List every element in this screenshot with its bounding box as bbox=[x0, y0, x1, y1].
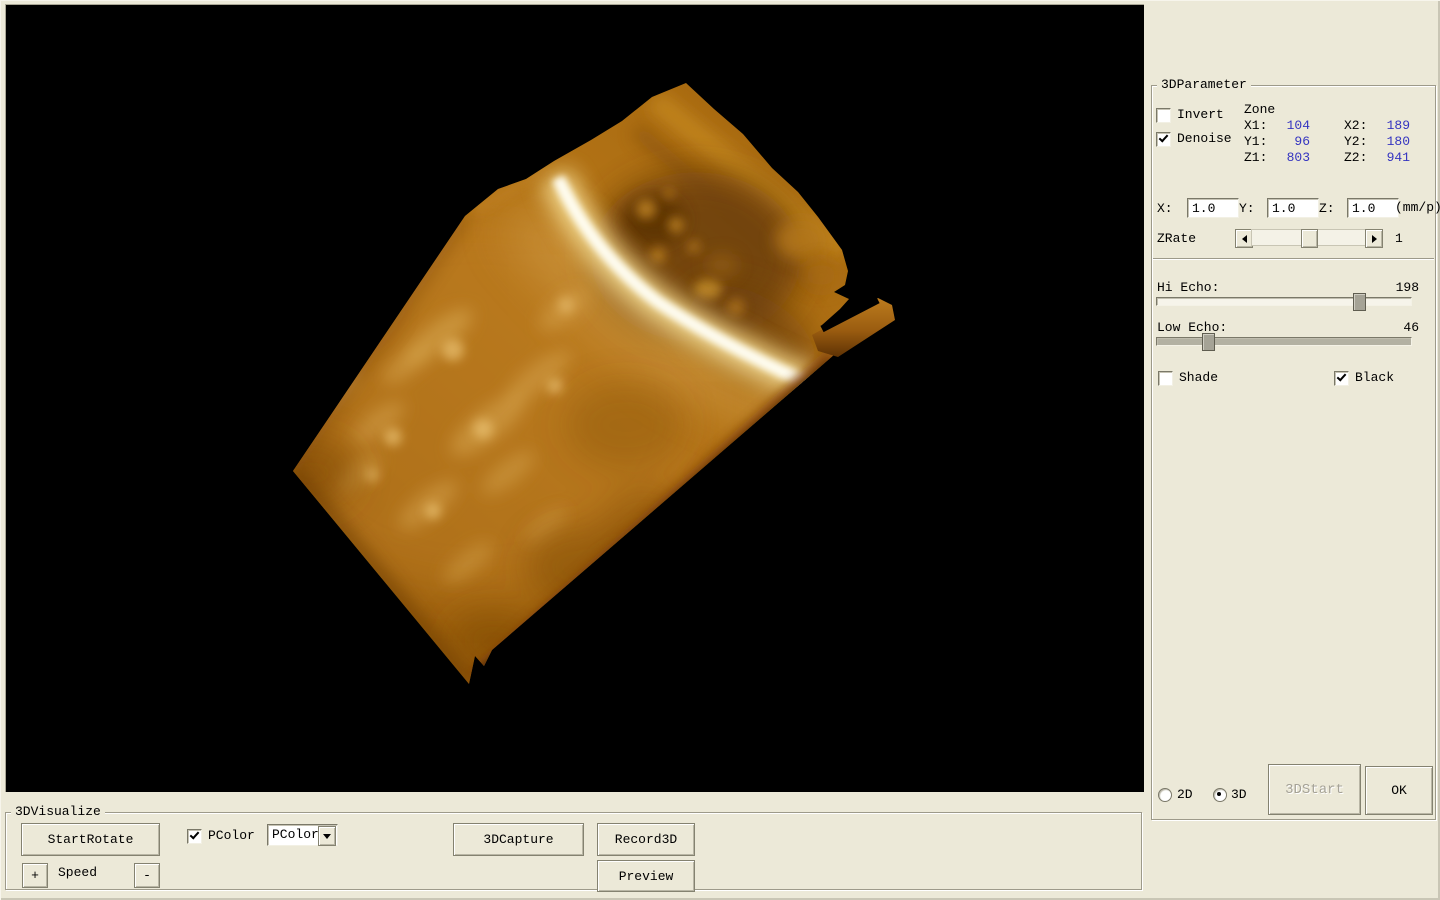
zone-y1-label: Y1: bbox=[1244, 134, 1267, 149]
pcolor-dropdown[interactable]: PColor bbox=[267, 824, 338, 846]
hi-echo-slider-thumb[interactable] bbox=[1353, 293, 1366, 311]
mode-3d-radio[interactable] bbox=[1213, 788, 1227, 802]
invert-label: Invert bbox=[1177, 107, 1224, 122]
low-echo-slider-track[interactable] bbox=[1156, 337, 1412, 346]
ok-button[interactable]: OK bbox=[1365, 766, 1433, 815]
shade-checkbox[interactable] bbox=[1158, 371, 1173, 386]
y-scale-input[interactable] bbox=[1267, 198, 1319, 218]
denoise-checkbox[interactable] bbox=[1156, 132, 1171, 147]
zrate-scrollbar[interactable] bbox=[1235, 229, 1381, 246]
low-echo-label: Low Echo: bbox=[1157, 320, 1227, 335]
invert-checkbox[interactable] bbox=[1156, 108, 1171, 123]
param-group-title: 3DParameter bbox=[1157, 78, 1251, 92]
denoise-label: Denoise bbox=[1177, 131, 1232, 146]
zone-y1-value: 96 bbox=[1274, 134, 1310, 149]
zone-x2-value: 189 bbox=[1374, 118, 1410, 133]
visualize-groupbox: 3DVisualize StartRotate + Speed - PColor… bbox=[5, 812, 1142, 890]
render-viewport[interactable] bbox=[5, 4, 1144, 792]
zone-z2-label: Z2: bbox=[1344, 150, 1367, 165]
pcolor-dropdown-value: PColor bbox=[272, 827, 319, 842]
pcolor-checkbox[interactable] bbox=[187, 829, 202, 844]
hi-echo-value: 198 bbox=[1374, 280, 1419, 295]
low-echo-slider-thumb[interactable] bbox=[1202, 333, 1215, 351]
zone-z2-value: 941 bbox=[1374, 150, 1410, 165]
zone-x1-value: 104 bbox=[1274, 118, 1310, 133]
y-scale-label: Y: bbox=[1239, 201, 1255, 216]
pcolor-dropdown-arrow[interactable] bbox=[318, 826, 336, 846]
hi-echo-slider-track[interactable] bbox=[1156, 297, 1412, 306]
record3d-button[interactable]: Record3D bbox=[597, 823, 695, 856]
preview-button[interactable]: Preview bbox=[597, 860, 695, 892]
zone-x2-label: X2: bbox=[1344, 118, 1367, 133]
left-arrow-icon bbox=[1242, 235, 1247, 243]
zone-y2-value: 180 bbox=[1374, 134, 1410, 149]
mode-2d-radio[interactable] bbox=[1158, 788, 1172, 802]
zrate-value: 1 bbox=[1395, 231, 1403, 246]
zrate-thumb[interactable] bbox=[1301, 229, 1318, 248]
dropdown-arrow-icon bbox=[323, 834, 331, 839]
scale-unit-label: (mm/p) bbox=[1395, 200, 1440, 215]
param-groupbox: 3DParameter Invert Denoise Zone X1: 104 … bbox=[1151, 85, 1436, 820]
start-rotate-button[interactable]: StartRotate bbox=[21, 823, 160, 856]
zone-y2-label: Y2: bbox=[1344, 134, 1367, 149]
zone-z1-value: 803 bbox=[1274, 150, 1310, 165]
zone-x1-label: X1: bbox=[1244, 118, 1267, 133]
zone-title: Zone bbox=[1244, 102, 1275, 117]
separator bbox=[1153, 258, 1434, 260]
black-checkbox[interactable] bbox=[1334, 371, 1349, 386]
low-echo-value: 46 bbox=[1374, 320, 1419, 335]
capture3d-button[interactable]: 3DCapture bbox=[453, 823, 584, 856]
ultrasound-render bbox=[6, 5, 1144, 792]
z-scale-label: Z: bbox=[1319, 201, 1335, 216]
zone-z1-label: Z1: bbox=[1244, 150, 1267, 165]
shade-label: Shade bbox=[1179, 370, 1218, 385]
visualize-group-title: 3DVisualize bbox=[11, 805, 105, 819]
start3d-button[interactable]: 3DStart bbox=[1268, 764, 1361, 815]
application-window: 3DParameter Invert Denoise Zone X1: 104 … bbox=[0, 0, 1440, 900]
speed-minus-button[interactable]: - bbox=[134, 863, 160, 888]
black-label: Black bbox=[1355, 370, 1394, 385]
right-arrow-icon bbox=[1372, 235, 1377, 243]
zrate-label: ZRate bbox=[1157, 231, 1196, 246]
zrate-right-arrow[interactable] bbox=[1365, 229, 1383, 248]
speed-label: Speed bbox=[58, 865, 97, 880]
x-scale-input[interactable] bbox=[1187, 198, 1239, 218]
mode-2d-label: 2D bbox=[1177, 787, 1193, 802]
mode-3d-label: 3D bbox=[1231, 787, 1247, 802]
z-scale-input[interactable] bbox=[1347, 198, 1399, 218]
pcolor-checkbox-label: PColor bbox=[208, 828, 255, 843]
x-scale-label: X: bbox=[1157, 201, 1173, 216]
speed-plus-button[interactable]: + bbox=[22, 863, 48, 888]
hi-echo-label: Hi Echo: bbox=[1157, 280, 1219, 295]
